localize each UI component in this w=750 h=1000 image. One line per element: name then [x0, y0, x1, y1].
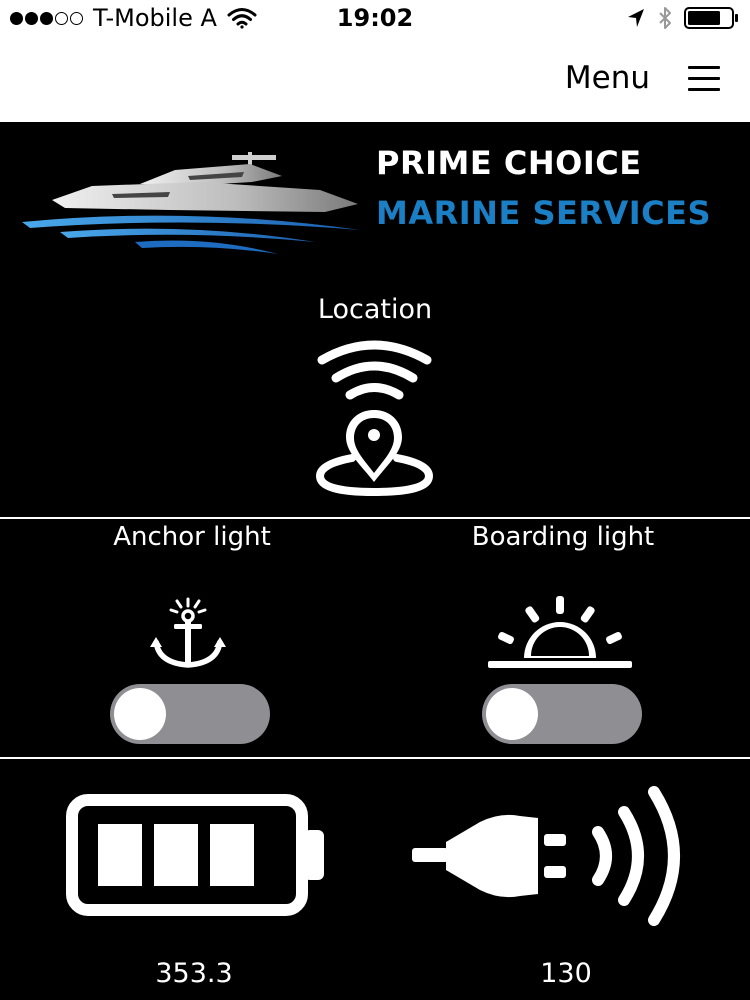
hamburger-icon[interactable] — [688, 66, 720, 92]
location-pin-signal-icon[interactable] — [312, 340, 437, 500]
battery-reading: 353.3 — [155, 958, 233, 989]
battery-icon — [66, 794, 324, 916]
status-right — [614, 6, 740, 30]
anchor-light-icon — [150, 597, 226, 668]
bluetooth-icon — [659, 7, 671, 29]
signal-dot — [25, 11, 38, 25]
hamburger-line — [688, 66, 720, 69]
signal-strength — [10, 11, 85, 25]
menu-label[interactable]: Menu — [565, 60, 650, 96]
boarding-light-toggle[interactable] — [482, 684, 642, 744]
location-arrow-icon — [628, 9, 644, 27]
battery-status-icon — [684, 7, 738, 29]
anchor-light-label: Anchor light — [113, 522, 271, 552]
toggle-knob — [486, 688, 538, 740]
signal-dot — [70, 11, 83, 25]
dashboard: PRIME CHOICE MARINE SERVICES Location An… — [0, 122, 750, 1000]
boarding-light-label: Boarding light — [471, 522, 655, 552]
wifi-icon — [227, 8, 257, 29]
section-divider — [0, 757, 750, 759]
carrier-name: T-Mobile A — [93, 4, 217, 32]
status-left: T-Mobile A — [10, 4, 257, 32]
signal-dot — [40, 11, 53, 25]
boat-logo-icon — [22, 152, 360, 254]
brand-name-line1: PRIME CHOICE — [376, 144, 642, 182]
toggle-knob — [114, 688, 166, 740]
hamburger-line — [688, 88, 720, 91]
section-divider — [0, 517, 750, 519]
shore-power-reading: 130 — [540, 958, 592, 989]
signal-dot — [10, 11, 23, 25]
boarding-light-icon — [488, 596, 632, 668]
brand-name-line2: MARINE SERVICES — [376, 194, 712, 232]
hamburger-line — [688, 77, 720, 80]
location-title: Location — [317, 294, 433, 325]
anchor-light-toggle[interactable] — [110, 684, 270, 744]
signal-dot — [55, 11, 68, 25]
shore-power-plug-icon — [412, 786, 680, 926]
nav-bar: Menu — [0, 38, 750, 122]
status-bar: T-Mobile A 19:02 — [0, 0, 750, 38]
